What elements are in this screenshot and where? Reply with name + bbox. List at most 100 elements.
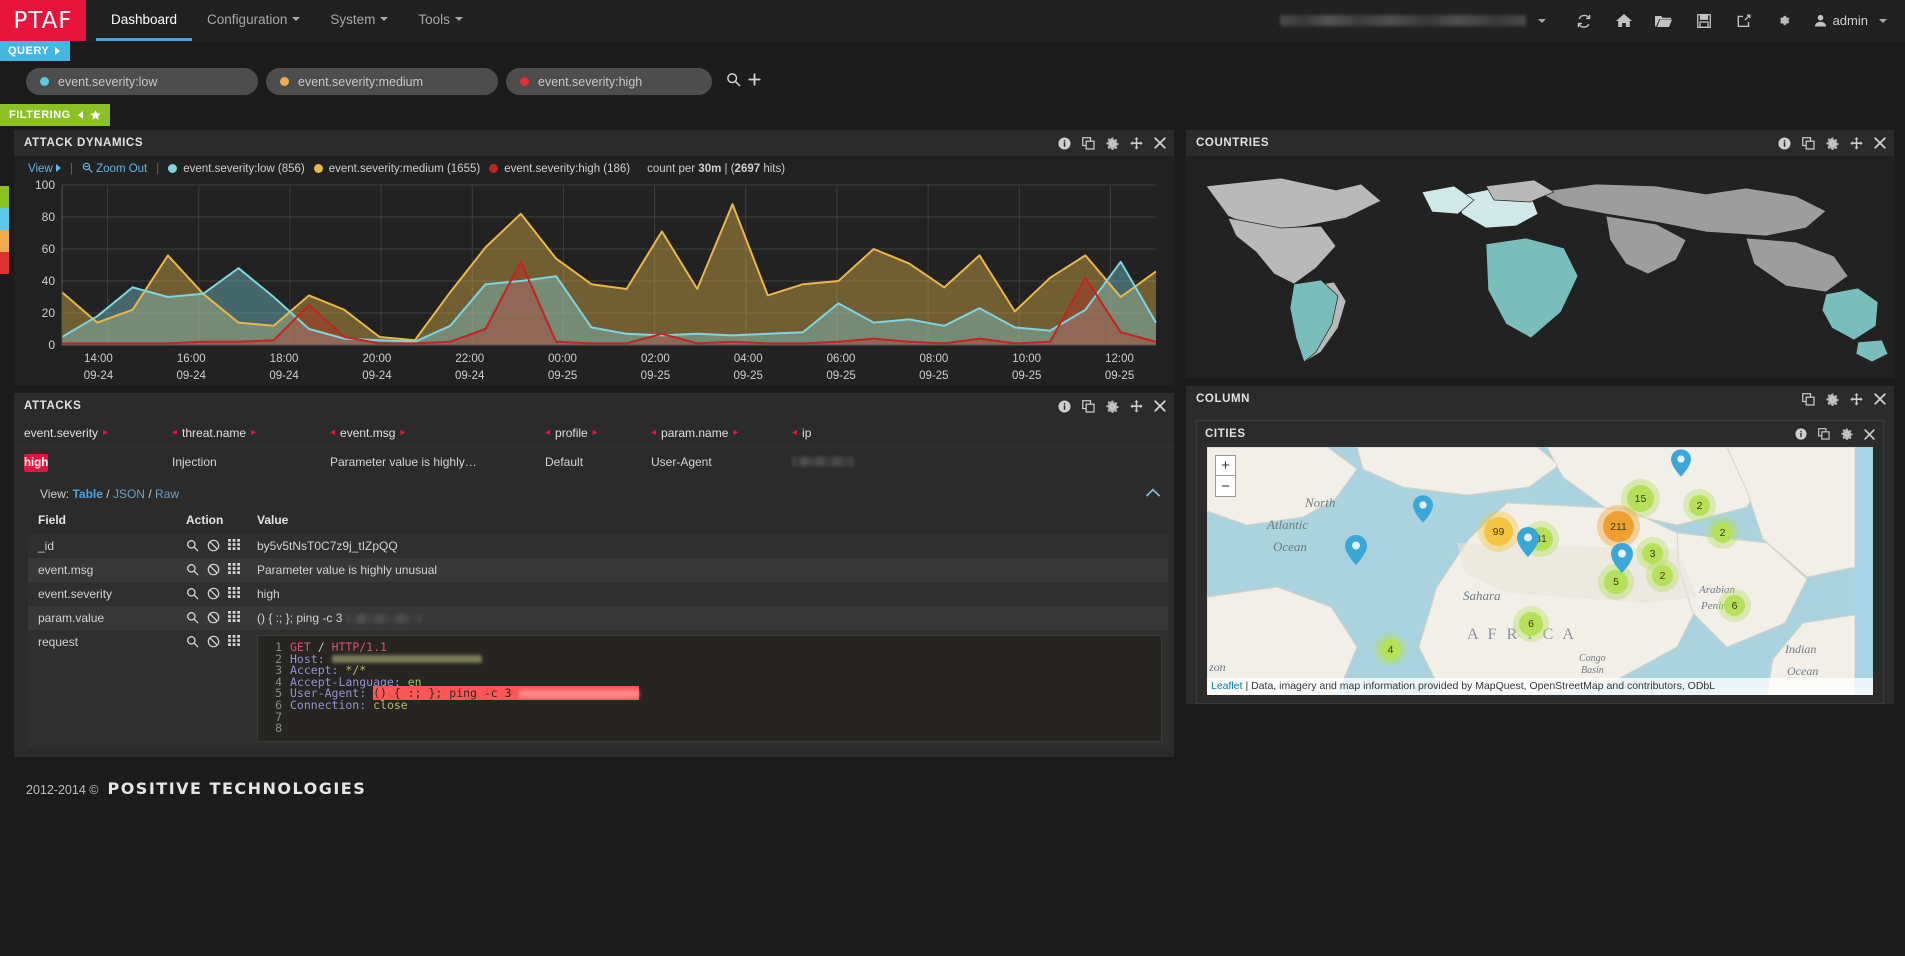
plus-icon[interactable] — [748, 73, 761, 91]
view-tab-raw[interactable]: Raw — [155, 487, 179, 501]
collapse-detail-button[interactable] — [1146, 485, 1160, 500]
move-icon[interactable] — [1850, 393, 1863, 406]
countries-world-map[interactable] — [1186, 156, 1894, 378]
gear-icon[interactable] — [1826, 137, 1839, 150]
zoom-out-button[interactable]: − — [1215, 476, 1236, 497]
gear-icon[interactable] — [1826, 393, 1839, 406]
map-marker[interactable] — [1671, 449, 1691, 482]
map-cluster[interactable]: 15 — [1627, 485, 1654, 512]
ban-icon[interactable] — [207, 587, 220, 600]
copy-icon[interactable] — [1818, 428, 1830, 440]
leaflet-link[interactable]: Leaflet — [1211, 680, 1243, 692]
cities-leaflet-map[interactable]: North Atlantic Ocean Sahara A F R I C A … — [1207, 447, 1873, 695]
column-header-event-severity[interactable]: event.severity▸ — [24, 426, 172, 440]
map-marker[interactable] — [1345, 535, 1367, 570]
search-icon[interactable] — [186, 563, 199, 576]
copy-icon[interactable] — [1802, 137, 1815, 150]
close-icon[interactable] — [1864, 429, 1875, 440]
ban-icon[interactable] — [207, 635, 220, 648]
zoom-in-button[interactable]: + — [1215, 455, 1236, 476]
grid-icon[interactable] — [228, 611, 241, 624]
copy-icon[interactable] — [1082, 400, 1095, 413]
legend-item-high[interactable]: event.severity:high (186) — [489, 163, 630, 175]
map-cluster[interactable]: 211 — [1603, 511, 1634, 542]
nav-item-tools[interactable]: Tools — [403, 0, 478, 41]
close-icon[interactable] — [1154, 400, 1166, 412]
folder-open-icon[interactable] — [1644, 0, 1684, 41]
search-icon[interactable] — [726, 72, 741, 92]
query-input-severity-high[interactable]: event.severity:high — [506, 68, 712, 95]
filtering-toggle[interactable]: FILTERING — [0, 104, 110, 126]
column-header-param-name[interactable]: ◂param.name▸ — [651, 426, 792, 440]
column-header-event-msg[interactable]: ◂event.msg▸ — [330, 426, 545, 440]
map-cluster[interactable]: 2 — [1689, 495, 1710, 516]
refresh-icon[interactable] — [1564, 0, 1604, 41]
grid-icon[interactable] — [228, 635, 241, 648]
map-marker[interactable] — [1413, 495, 1433, 528]
copy-icon[interactable] — [1802, 393, 1815, 406]
gear-icon[interactable] — [1106, 400, 1119, 413]
map-cluster[interactable]: 3 — [1642, 543, 1663, 564]
gear-icon[interactable] — [1841, 428, 1853, 440]
map-cluster[interactable]: 6 — [1519, 612, 1543, 636]
nav-item-configuration[interactable]: Configuration — [192, 0, 315, 41]
view-button[interactable]: View — [28, 163, 61, 175]
move-icon[interactable] — [1850, 137, 1863, 150]
attack-dynamics-chart[interactable]: 020406080100 — [24, 179, 1166, 351]
svg-text:Atlantic: Atlantic — [1266, 517, 1308, 532]
search-icon[interactable] — [186, 611, 199, 624]
info-icon[interactable] — [1795, 428, 1807, 440]
map-cluster[interactable]: 6 — [1724, 595, 1745, 616]
grid-icon[interactable] — [228, 587, 241, 600]
gear-icon[interactable] — [1764, 0, 1804, 41]
view-tab-table[interactable]: Table — [72, 487, 102, 501]
move-icon[interactable] — [1130, 400, 1143, 413]
ban-icon[interactable] — [207, 611, 220, 624]
column-header-threat-name[interactable]: ◂threat.name▸ — [172, 426, 330, 440]
search-icon[interactable] — [186, 587, 199, 600]
map-marker[interactable] — [1517, 527, 1539, 562]
grid-icon[interactable] — [228, 539, 241, 552]
info-icon[interactable] — [1058, 400, 1071, 413]
query-input-severity-medium[interactable]: event.severity:medium — [266, 68, 498, 95]
app-logo[interactable]: PTAF — [0, 0, 86, 41]
grid-icon[interactable] — [228, 563, 241, 576]
view-tab-json[interactable]: JSON — [113, 487, 145, 501]
ban-icon[interactable] — [207, 563, 220, 576]
info-icon[interactable] — [1778, 137, 1791, 150]
map-cluster[interactable]: 99 — [1484, 517, 1513, 546]
nav-item-system[interactable]: System — [315, 0, 403, 41]
column-header-ip[interactable]: ◂ip — [792, 426, 952, 440]
close-icon[interactable] — [1874, 393, 1886, 405]
ban-icon[interactable] — [207, 539, 220, 552]
legend-item-medium[interactable]: event.severity:medium (1655) — [314, 163, 480, 175]
nav-item-dashboard[interactable]: Dashboard — [96, 0, 192, 41]
gear-icon[interactable] — [1106, 137, 1119, 150]
map-cluster[interactable]: 2 — [1652, 565, 1673, 586]
query-toggle[interactable]: QUERY — [0, 41, 70, 61]
map-cluster[interactable]: 2 — [1712, 522, 1733, 543]
column-header-profile[interactable]: ◂profile▸ — [545, 426, 651, 440]
zoom-out-button[interactable]: Zoom Out — [82, 162, 147, 175]
close-icon[interactable] — [1154, 137, 1166, 149]
map-marker[interactable] — [1611, 543, 1633, 578]
user-menu[interactable]: admin — [1804, 13, 1891, 28]
info-icon[interactable] — [1058, 137, 1071, 150]
table-row[interactable]: high Injection Parameter value is highly… — [14, 447, 1174, 477]
home-icon[interactable] — [1604, 0, 1644, 41]
date-range-picker[interactable] — [1280, 15, 1546, 26]
move-icon[interactable] — [1130, 137, 1143, 150]
legend-item-low[interactable]: event.severity:low (856) — [168, 163, 304, 175]
search-icon[interactable] — [186, 539, 199, 552]
star-icon[interactable] — [90, 110, 101, 121]
panel-title-countries: COUNTRIES — [1196, 137, 1269, 149]
share-icon[interactable] — [1724, 0, 1764, 41]
close-icon[interactable] — [1874, 137, 1886, 149]
query-input-severity-low[interactable]: event.severity:low — [26, 68, 258, 95]
save-icon[interactable] — [1684, 0, 1724, 41]
panel-title-attacks: ATTACKS — [24, 400, 81, 412]
detail-table: Field Action Value _idby5v5tNsT0C7z9j_tI… — [28, 510, 1168, 747]
map-cluster[interactable]: 4 — [1380, 639, 1401, 660]
search-icon[interactable] — [186, 635, 199, 648]
copy-icon[interactable] — [1082, 137, 1095, 150]
